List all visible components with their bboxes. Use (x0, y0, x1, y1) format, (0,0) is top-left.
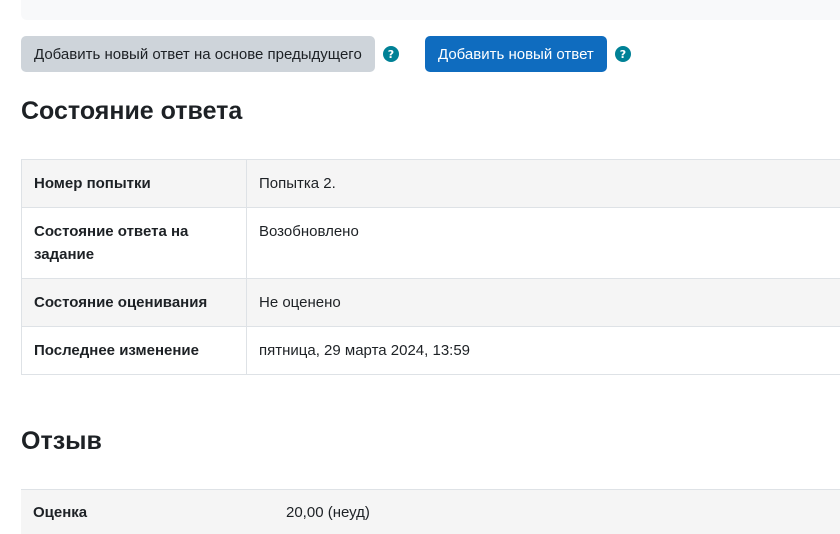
submission-status-table: Номер попытки Попытка 2. Состояние ответ… (21, 159, 840, 375)
previous-section-strip (21, 0, 840, 20)
question-circle-icon[interactable]: ? (615, 46, 631, 62)
table-row: Последнее изменение пятница, 29 марта 20… (21, 326, 840, 375)
row-label: Состояние ответа на задание (21, 207, 247, 279)
submission-actions: Добавить новый ответ на основе предыдуще… (21, 36, 631, 72)
feedback-heading: Отзыв (21, 427, 102, 455)
row-value: Не оценено (246, 278, 840, 327)
feedback-grade-row: Оценка 20,00 (неуд) (21, 489, 840, 534)
submission-status-heading: Состояние ответа (21, 97, 243, 125)
row-value: пятница, 29 марта 2024, 13:59 (246, 326, 840, 375)
row-label: Номер попытки (21, 159, 247, 208)
row-value: Попытка 2. (246, 159, 840, 208)
question-circle-icon[interactable]: ? (383, 46, 399, 62)
table-row: Состояние оценивания Не оценено (21, 278, 840, 327)
table-row: Состояние ответа на задание Возобновлено (21, 207, 840, 279)
table-row: Номер попытки Попытка 2. (21, 159, 840, 208)
grade-label: Оценка (33, 504, 88, 521)
add-attempt-from-previous-button[interactable]: Добавить новый ответ на основе предыдуще… (21, 36, 375, 72)
row-label: Последнее изменение (21, 326, 247, 375)
row-value: Возобновлено (246, 207, 840, 279)
grade-value: 20,00 (неуд) (286, 504, 370, 521)
add-new-attempt-button[interactable]: Добавить новый ответ (425, 36, 607, 72)
row-label: Состояние оценивания (21, 278, 247, 327)
